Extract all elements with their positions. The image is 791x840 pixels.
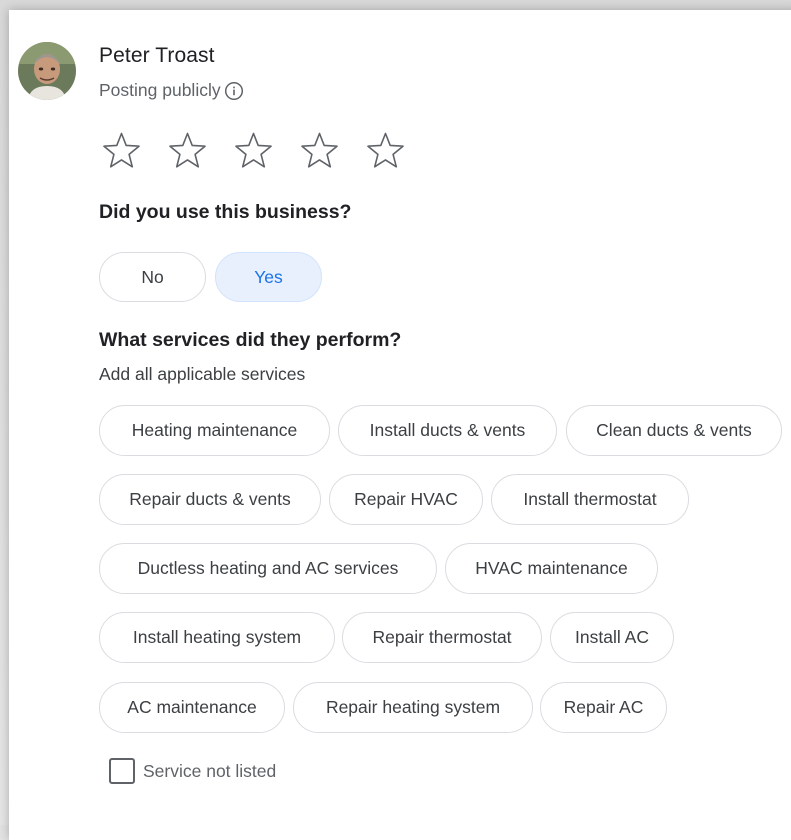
star-rating xyxy=(101,130,406,171)
service-chip[interactable]: Repair heating system xyxy=(293,682,533,733)
service-chip[interactable]: Repair thermostat xyxy=(342,612,542,663)
star-5-icon[interactable] xyxy=(365,130,406,171)
service-not-listed-option[interactable]: Service not listed xyxy=(109,758,276,784)
avatar xyxy=(18,42,76,100)
service-chip[interactable]: HVAC maintenance xyxy=(445,543,658,594)
posting-status: Posting publicly xyxy=(99,80,244,101)
used-business-question: Did you use this business? xyxy=(99,201,352,223)
service-chip[interactable]: Install thermostat xyxy=(491,474,689,525)
service-not-listed-checkbox[interactable] xyxy=(109,758,135,784)
service-chip[interactable]: AC maintenance xyxy=(99,682,285,733)
service-chip[interactable]: Repair AC xyxy=(540,682,667,733)
star-1-icon[interactable] xyxy=(101,130,142,171)
star-4-icon[interactable] xyxy=(299,130,340,171)
service-chip[interactable]: Install AC xyxy=(550,612,674,663)
service-chip[interactable]: Repair HVAC xyxy=(329,474,483,525)
service-chip[interactable]: Install ducts & vents xyxy=(338,405,557,456)
star-2-icon[interactable] xyxy=(167,130,208,171)
services-subtitle: Add all applicable services xyxy=(99,364,306,384)
service-chip[interactable]: Install heating system xyxy=(99,612,335,663)
service-chip[interactable]: Repair ducts & vents xyxy=(99,474,321,525)
user-name: Peter Troast xyxy=(99,44,215,67)
service-not-listed-label: Service not listed xyxy=(143,760,277,781)
services-question: What services did they perform? xyxy=(99,329,402,351)
posting-status-label: Posting publicly xyxy=(99,80,221,100)
star-3-icon[interactable] xyxy=(233,130,274,171)
service-chip[interactable]: Heating maintenance xyxy=(99,405,330,456)
service-chip[interactable]: Ductless heating and AC services xyxy=(99,543,437,594)
yes-button[interactable]: Yes xyxy=(215,252,322,302)
service-chip[interactable]: Clean ducts & vents xyxy=(566,405,782,456)
info-icon[interactable] xyxy=(224,81,244,101)
no-button[interactable]: No xyxy=(99,252,206,302)
